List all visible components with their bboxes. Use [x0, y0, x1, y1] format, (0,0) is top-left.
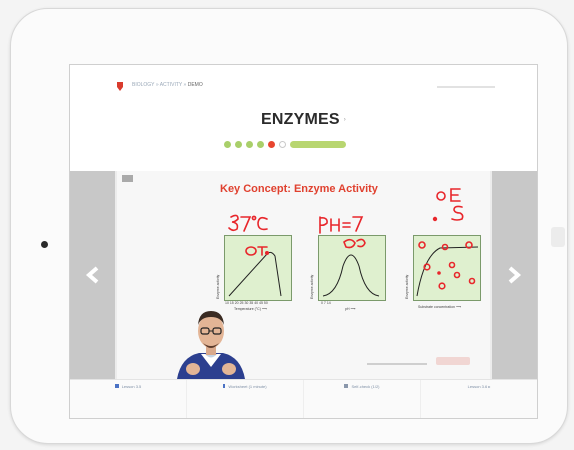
ink-ph7: [319, 216, 328, 234]
document-icon: [114, 384, 119, 388]
substrate-curve: [416, 246, 479, 297]
check-icon: [344, 384, 349, 388]
ink-o-e: [436, 191, 446, 201]
ink-bullet: [432, 216, 438, 222]
screen: BIOLOGY » ACTIVITY » DEMO ENZYMES › Key …: [69, 64, 538, 419]
breadcrumb: BIOLOGY » ACTIVITY » DEMO: [132, 82, 203, 88]
brand-logo-icon: [117, 82, 123, 91]
bottom-item-label: Lesson 3.6 ▸: [467, 384, 491, 389]
chevron-left-icon: [85, 266, 99, 284]
breadcrumb-item-demo: DEMO: [187, 82, 203, 88]
bottom-item-lesson-next[interactable]: Lesson 3.6 ▸: [421, 380, 537, 418]
ph-graph: [318, 235, 386, 301]
graph-2-xlabel: pH ⟶: [345, 307, 356, 311]
top-navigation: BIOLOGY » ACTIVITY » DEMO: [70, 65, 537, 105]
video-stage: Key Concept: Enzyme Activity Enzyme acti…: [70, 171, 537, 379]
progress-dot[interactable]: [235, 140, 242, 148]
graph-3-ylabel: Enzyme activity: [405, 274, 409, 299]
substrate-graph: [413, 235, 481, 301]
progress-dot-empty[interactable]: [279, 140, 286, 148]
bottom-item-lesson-prev[interactable]: Lesson 3.5: [70, 380, 187, 418]
nav-right-bar: [437, 86, 495, 88]
pencil-icon: [223, 384, 226, 388]
title-chevron-icon: ›: [343, 116, 346, 123]
bottom-toolbar: Lesson 3.5 Worksheet (1 minute) Self-che…: [70, 379, 537, 418]
breadcrumb-item-biology[interactable]: BIOLOGY: [132, 82, 154, 88]
bottom-item-label: Self-check (1/2): [351, 384, 380, 389]
home-button[interactable]: [41, 241, 48, 248]
bottom-item-worksheet[interactable]: Worksheet (1 minute): [187, 380, 304, 418]
tablet-frame: BIOLOGY » ACTIVITY » DEMO ENZYMES › Key …: [10, 8, 568, 444]
bottom-item-label: Worksheet (1 minute): [228, 384, 267, 389]
graph-1-ylabel: Enzyme activity: [216, 274, 220, 299]
slide-title: Key Concept: Enzyme Activity: [220, 183, 378, 195]
presenter-video[interactable]: [173, 299, 249, 379]
ph-curve: [322, 254, 380, 297]
next-slide-button[interactable]: [492, 171, 537, 379]
previous-slide-button[interactable]: [70, 171, 115, 379]
bottom-item-label: Lesson 3.5: [121, 384, 142, 389]
slide-search-bar: [367, 363, 427, 365]
progress-dot[interactable]: [257, 140, 264, 148]
temperature-graph: [224, 235, 292, 301]
graph-2-ylabel: Enzyme activity: [310, 274, 314, 299]
page-title: ENZYMES ›: [70, 111, 537, 129]
breadcrumb-item-activity[interactable]: ACTIVITY: [160, 82, 182, 88]
chevron-right-icon: [508, 266, 522, 284]
watermark-logo: [436, 357, 470, 365]
progress-dot[interactable]: [246, 140, 253, 148]
progress-pill: [290, 140, 346, 148]
temperature-curve: [228, 251, 282, 297]
graph-2-ticks: 0 7 14: [321, 301, 331, 305]
side-button: [551, 227, 565, 247]
progress-dot[interactable]: [224, 140, 231, 148]
page-title-text: ENZYMES: [261, 111, 340, 128]
bottom-item-self-check[interactable]: Self-check (1/2): [304, 380, 421, 418]
progress-dot-current[interactable]: [268, 140, 275, 148]
progress-indicator: [224, 139, 346, 149]
slide-tag: [122, 175, 133, 182]
ink-37c: [228, 214, 239, 232]
slide-canvas: Key Concept: Enzyme Activity Enzyme acti…: [117, 171, 490, 379]
graph-3-xlabel: Substrate concentration ⟶: [418, 305, 461, 309]
